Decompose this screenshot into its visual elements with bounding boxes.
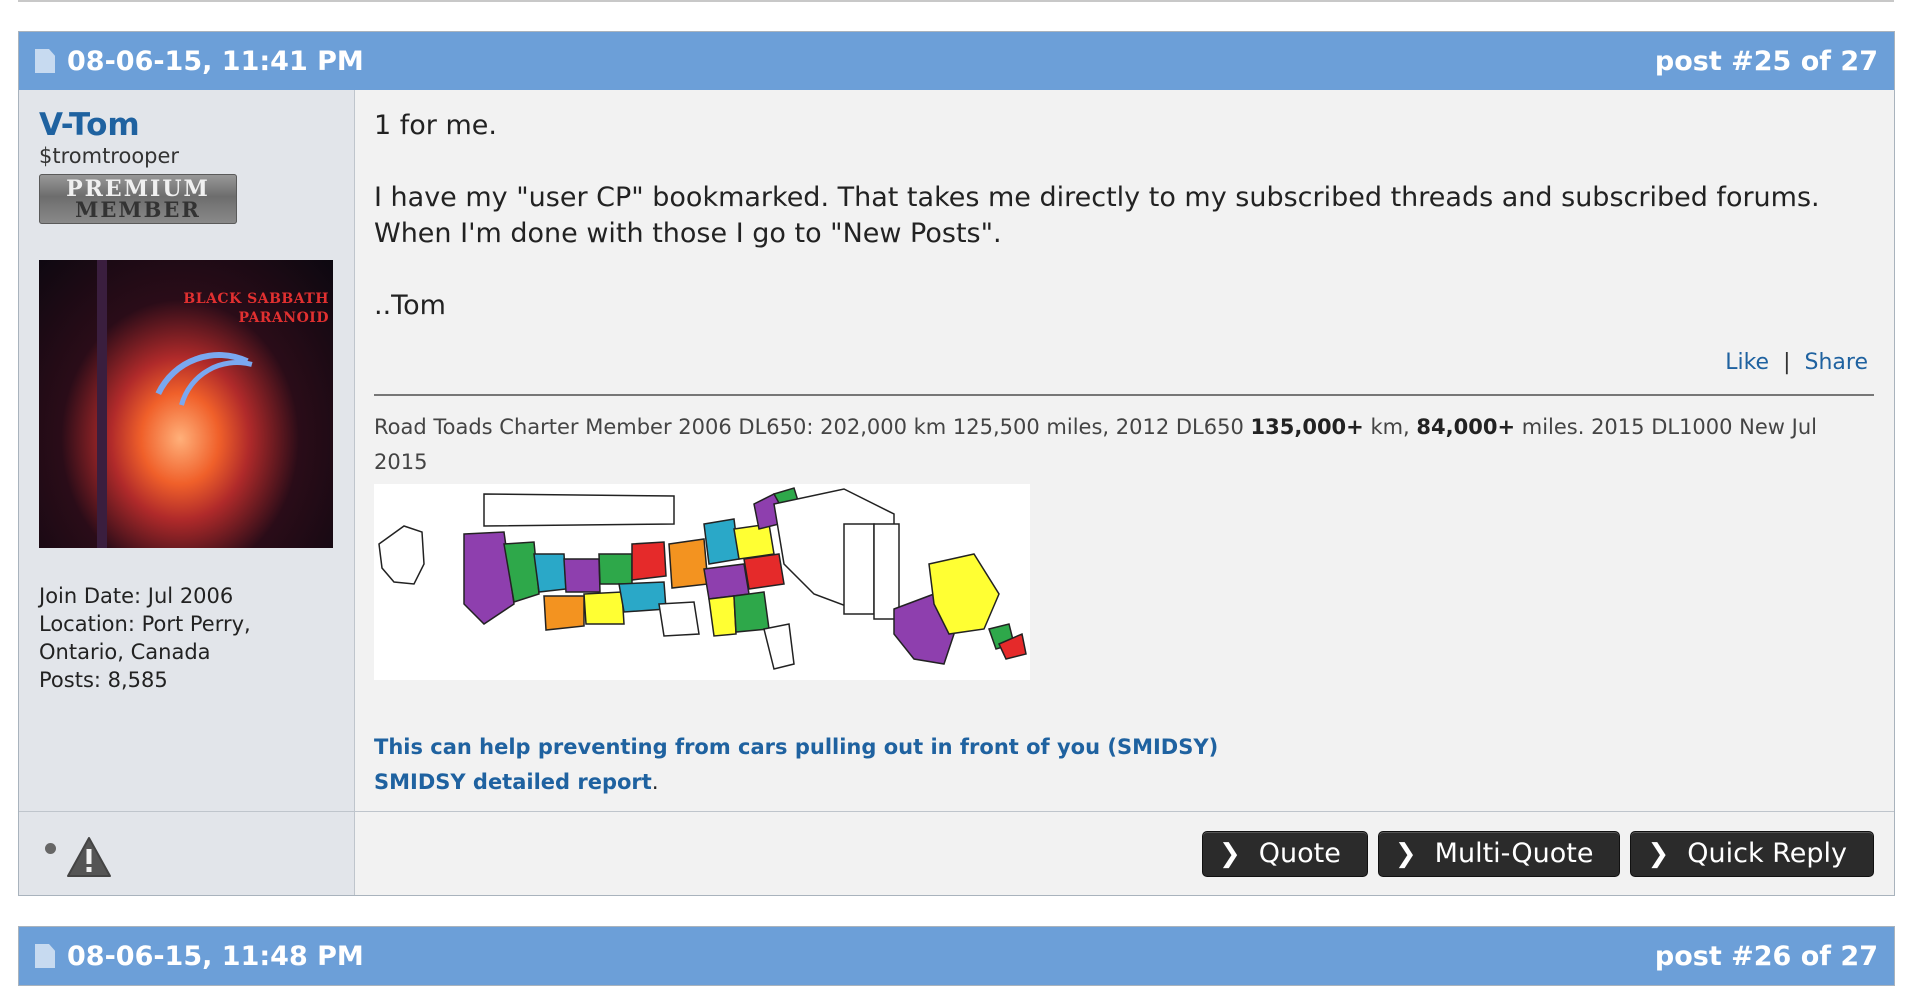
chevron-right-icon: ❯	[1218, 838, 1241, 869]
signature-divider	[374, 394, 1874, 396]
location-line1: Location: Port Perry,	[39, 612, 251, 637]
post-number-link[interactable]: post #25 of 27	[1655, 46, 1878, 77]
action-separator: |	[1783, 350, 1791, 375]
post-date: 08-06-15, 11:48 PM	[67, 940, 364, 972]
post-header: 08-06-15, 11:48 PM post #26 of 27	[19, 927, 1894, 985]
warning-icon[interactable]	[66, 836, 112, 882]
post-footer: ❯ Quote ❯ Multi-Quote ❯ Quick Reply	[19, 811, 1894, 895]
message-line: I have my "user CP" bookmarked. That tak…	[374, 182, 1820, 213]
user-title: $tromtrooper	[39, 144, 180, 169]
user-info-panel: V-Tom $tromtrooper PREMIUM MEMBER BLACK …	[19, 90, 355, 811]
quote-button[interactable]: ❯ Quote	[1201, 830, 1368, 877]
multi-quote-button[interactable]: ❯ Multi-Quote	[1377, 830, 1621, 877]
chevron-right-icon: ❯	[1394, 838, 1417, 869]
visited-states-provinces-map	[374, 484, 1030, 680]
message-line: When I'm done with those I go to "New Po…	[374, 218, 1002, 249]
signature-links: This can help preventing from cars pulli…	[374, 730, 1874, 800]
quick-reply-button[interactable]: ❯ Quick Reply	[1630, 830, 1874, 877]
smidsy-link[interactable]: This can help preventing from cars pulli…	[374, 730, 1874, 765]
premium-member-badge: PREMIUM MEMBER	[39, 174, 237, 225]
username-link[interactable]: V-Tom	[39, 108, 334, 142]
message-line: ..Tom	[374, 290, 446, 321]
location-line2: Ontario, Canada	[39, 640, 211, 665]
user-stats: Join Date: Jul 2006 Location: Port Perry…	[39, 582, 334, 694]
status-dot-icon	[45, 843, 56, 854]
post-number-link[interactable]: post #26 of 27	[1655, 941, 1878, 972]
sig-bold-km: 135,000+	[1250, 415, 1364, 439]
document-icon	[35, 944, 55, 968]
top-divider	[18, 0, 1894, 2]
share-link[interactable]: Share	[1805, 350, 1869, 375]
forum-post-next: 08-06-15, 11:48 PM post #26 of 27	[18, 926, 1895, 986]
chevron-right-icon: ❯	[1647, 838, 1670, 869]
smidsy-report-link[interactable]: SMIDSY detailed report	[374, 770, 652, 794]
post-header: 08-06-15, 11:41 PM post #25 of 27	[19, 32, 1894, 90]
like-link[interactable]: Like	[1725, 350, 1769, 375]
avatar-text-line2: PARANOID	[238, 309, 329, 326]
post-count: Posts: 8,585	[39, 668, 168, 693]
post-date: 08-06-15, 11:41 PM	[67, 45, 364, 77]
join-date: Join Date: Jul 2006	[39, 584, 234, 609]
forum-post: 08-06-15, 11:41 PM post #25 of 27 V-Tom …	[18, 31, 1895, 896]
document-icon	[35, 49, 55, 73]
post-message: 1 for me. I have my "user CP" bookmarked…	[374, 108, 1874, 324]
message-line: 1 for me.	[374, 110, 497, 141]
avatar-text-line1: BLACK SABBATH	[183, 291, 329, 308]
avatar[interactable]: BLACK SABBATH PARANOID	[39, 260, 333, 549]
like-share-bar: Like | Share	[374, 350, 1874, 380]
signature-text: Road Toads Charter Member 2006 DL650: 20…	[374, 415, 1817, 474]
sig-bold-miles: 84,000+	[1416, 415, 1516, 439]
post-content: 1 for me. I have my "user CP" bookmarked…	[355, 90, 1894, 811]
rank-line2: MEMBER	[75, 196, 201, 222]
